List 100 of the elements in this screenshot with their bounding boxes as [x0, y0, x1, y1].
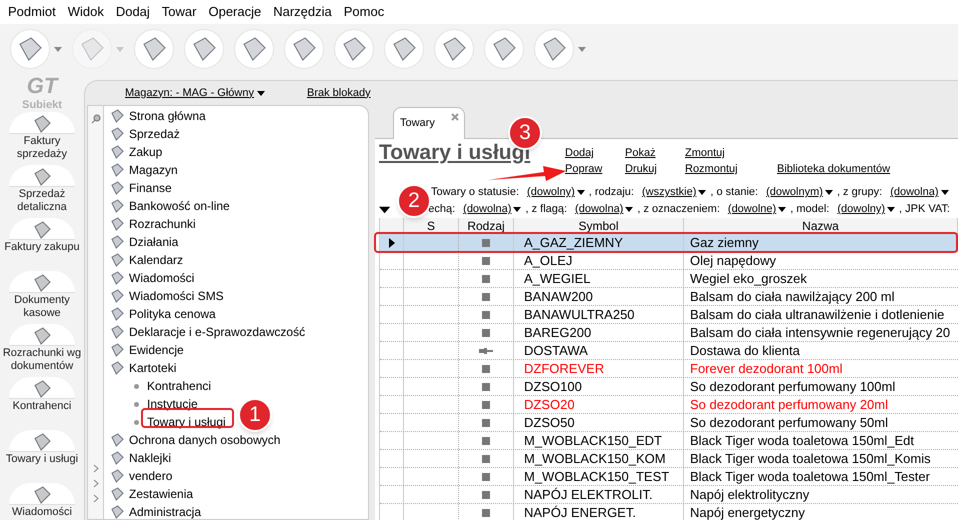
action-link[interactable]: Drukuj	[625, 162, 657, 176]
document-icon	[110, 361, 124, 375]
filter-dropdown[interactable]: (dowolne)	[728, 201, 786, 218]
toolbar-button[interactable]	[384, 29, 424, 69]
filter-dropdown[interactable]: (dowolny)	[837, 201, 896, 218]
square-icon	[482, 508, 490, 516]
nav-item[interactable]: Działania	[129, 233, 178, 251]
toolbar-button[interactable]	[134, 29, 174, 69]
rail-button[interactable]: Wiadomości	[0, 483, 84, 520]
nav-item[interactable]: Finanse	[129, 179, 172, 197]
nav-item[interactable]: Rozrachunki	[129, 215, 196, 233]
column-header[interactable]: Symbol	[514, 218, 684, 233]
table-row[interactable]: M_WOBLACK150_KOM Black Tiger woda toaletowa 150ml_Komis	[380, 450, 958, 468]
nav-item[interactable]: Administracja	[129, 503, 202, 520]
action-link[interactable]: Biblioteka dokumentów	[777, 162, 890, 176]
toolbar-button[interactable]	[484, 29, 524, 69]
column-header[interactable]: Nazwa	[684, 218, 958, 233]
toolbar-button[interactable]	[10, 29, 62, 69]
table-row[interactable]: DOSTAWA Dostawa do klienta	[380, 342, 958, 360]
toolbar-button[interactable]	[334, 29, 374, 69]
nav-item[interactable]: Polityka cenowa	[129, 305, 216, 323]
rail-button[interactable]: Faktury sprzedaży	[0, 112, 84, 165]
nav-item[interactable]: Instytucje	[147, 395, 198, 413]
toolbar-button[interactable]	[534, 29, 586, 69]
table-row[interactable]: BAREG200 Balsam do ciała intensywnie regenerujący 20	[380, 324, 958, 342]
action-link[interactable]: Pokaż	[625, 146, 656, 160]
table-row[interactable]: A_OLEJ Olej napędowy	[380, 252, 958, 270]
table-cell: DZSO50	[514, 414, 684, 431]
rail-button[interactable]: Faktury zakupu	[0, 218, 84, 271]
menu-item[interactable]: Dodaj	[110, 2, 156, 22]
nav-item[interactable]: Deklaracje i e-Sprawozdawczość	[129, 323, 306, 341]
toolbar-button[interactable]	[184, 29, 224, 69]
table-row[interactable]: BANAWULTRA250 Balsam do ciała ultranawilżenie i dotlenienie	[380, 306, 958, 324]
nav-item[interactable]: Ochrona danych osobowych	[129, 431, 280, 449]
rail-button[interactable]: Kontrahenci	[0, 377, 84, 430]
table-row[interactable]: DZSO100 So dezodorant perfumowany 100ml	[380, 378, 958, 396]
nav-item[interactable]: Strona główna	[129, 107, 206, 125]
table-row[interactable]: M_WOBLACK150_EDT Black Tiger woda toaletowa 150ml_Edt	[380, 432, 958, 450]
square-icon	[482, 310, 490, 318]
toolbar-button[interactable]	[284, 29, 324, 69]
caret-icon	[824, 190, 833, 195]
nav-item[interactable]: Zestawienia	[129, 485, 194, 503]
nav-item[interactable]: Naklejki	[129, 449, 172, 467]
table-row[interactable]: NAPÓJ ELEKTROLIT. Napój elektrolityczny	[380, 486, 958, 504]
tab[interactable]: Towary	[393, 107, 465, 139]
table-row[interactable]: A_GAZ_ZIEMNY Gaz ziemny	[380, 234, 958, 252]
table-cell-text: Black Tiger woda toaletowa 150ml_Tester	[689, 468, 931, 485]
rail-button[interactable]: Towary i usługi	[0, 430, 84, 483]
table-cell: NAPÓJ ELEKTROLIT.	[514, 486, 684, 503]
nav-item[interactable]: Kontrahenci	[147, 377, 212, 395]
action-link[interactable]: Popraw	[565, 162, 602, 176]
filter-dropdown[interactable]: (dowolnym)	[766, 184, 833, 201]
nav-item[interactable]: Wiadomości SMS	[129, 287, 224, 305]
toolbar-button[interactable]	[234, 29, 274, 69]
table-row[interactable]: DZFOREVER Forever dezodorant 100ml	[380, 360, 958, 378]
nav-item[interactable]: vendero	[129, 467, 172, 485]
nav-item[interactable]: Magazyn	[129, 161, 178, 179]
menu-item[interactable]: Operacje	[202, 2, 268, 22]
document-icon	[442, 37, 466, 61]
table-row[interactable]: DZSO20 So dezodorant perfumowany 20ml	[380, 396, 958, 414]
table-cell: A_GAZ_ZIEMNY	[514, 234, 684, 251]
menu-item[interactable]: Widok	[62, 2, 110, 22]
table-row[interactable]: M_WOBLACK150_TEST Black Tiger woda toaletowa 150ml_Tester	[380, 468, 958, 486]
table-cell-text: Wegiel eko_groszek	[689, 270, 808, 287]
nav-item[interactable]: Zakup	[129, 143, 162, 161]
nav-item[interactable]: Ewidencje	[129, 341, 184, 359]
document-icon	[110, 145, 124, 159]
menu-item[interactable]: Towar	[156, 2, 202, 22]
nav-item[interactable]: Kartoteki	[129, 359, 176, 377]
nav-item[interactable]: Towary i usługi	[147, 413, 226, 431]
rail-button[interactable]: Dokumenty kasowe	[0, 271, 84, 324]
filter-dropdown[interactable]: (dowolna)	[890, 184, 948, 201]
table-row[interactable]: DZSO50 So dezodorant perfumowany 50ml	[380, 414, 958, 432]
toolbar-button[interactable]	[434, 29, 474, 69]
table-row[interactable]: BANAW200 Balsam do ciała nawilżający 200 ml	[380, 288, 958, 306]
filter-dropdown[interactable]: (wszystkie)	[642, 184, 706, 201]
action-link[interactable]: Dodaj	[565, 146, 594, 160]
menu-item[interactable]: Podmiot	[2, 2, 62, 22]
filter-dropdown[interactable]: (dowolna)	[463, 201, 522, 218]
column-header[interactable]: Rodzaj	[459, 218, 514, 233]
rail-button[interactable]: Rozrachunki wg dokumentów	[0, 324, 84, 377]
nav-item[interactable]: Bankowość on-line	[129, 197, 230, 215]
filter-dropdown[interactable]: (dowolna)	[575, 201, 634, 218]
lock-link[interactable]: Brak blokady	[306, 84, 371, 102]
table-cell-text: Balsam do ciała nawilżający 200 ml	[689, 288, 896, 305]
action-link[interactable]: Rozmontuj	[685, 162, 738, 176]
rail-button[interactable]: Sprzedaż detaliczna	[0, 165, 84, 218]
menu-item[interactable]: Pomoc	[338, 2, 390, 22]
table-cell: DZFOREVER	[514, 360, 684, 377]
menu-item[interactable]: Narzędzia	[267, 2, 338, 22]
filter-dropdown[interactable]: (dowolny)	[527, 184, 585, 201]
document-icon	[110, 127, 124, 141]
action-link[interactable]: Zmontuj	[685, 146, 725, 160]
caret-icon	[576, 190, 585, 195]
nav-item[interactable]: Kalendarz	[129, 251, 184, 269]
logo-text: Subiekt	[22, 98, 62, 113]
table-row[interactable]: A_WEGIEL Wegiel eko_groszek	[380, 270, 958, 288]
nav-item[interactable]: Wiadomości	[129, 269, 194, 287]
nav-item[interactable]: Sprzedaż	[129, 125, 180, 143]
warehouse-link[interactable]: Magazyn: - MAG - Główny	[125, 84, 265, 102]
